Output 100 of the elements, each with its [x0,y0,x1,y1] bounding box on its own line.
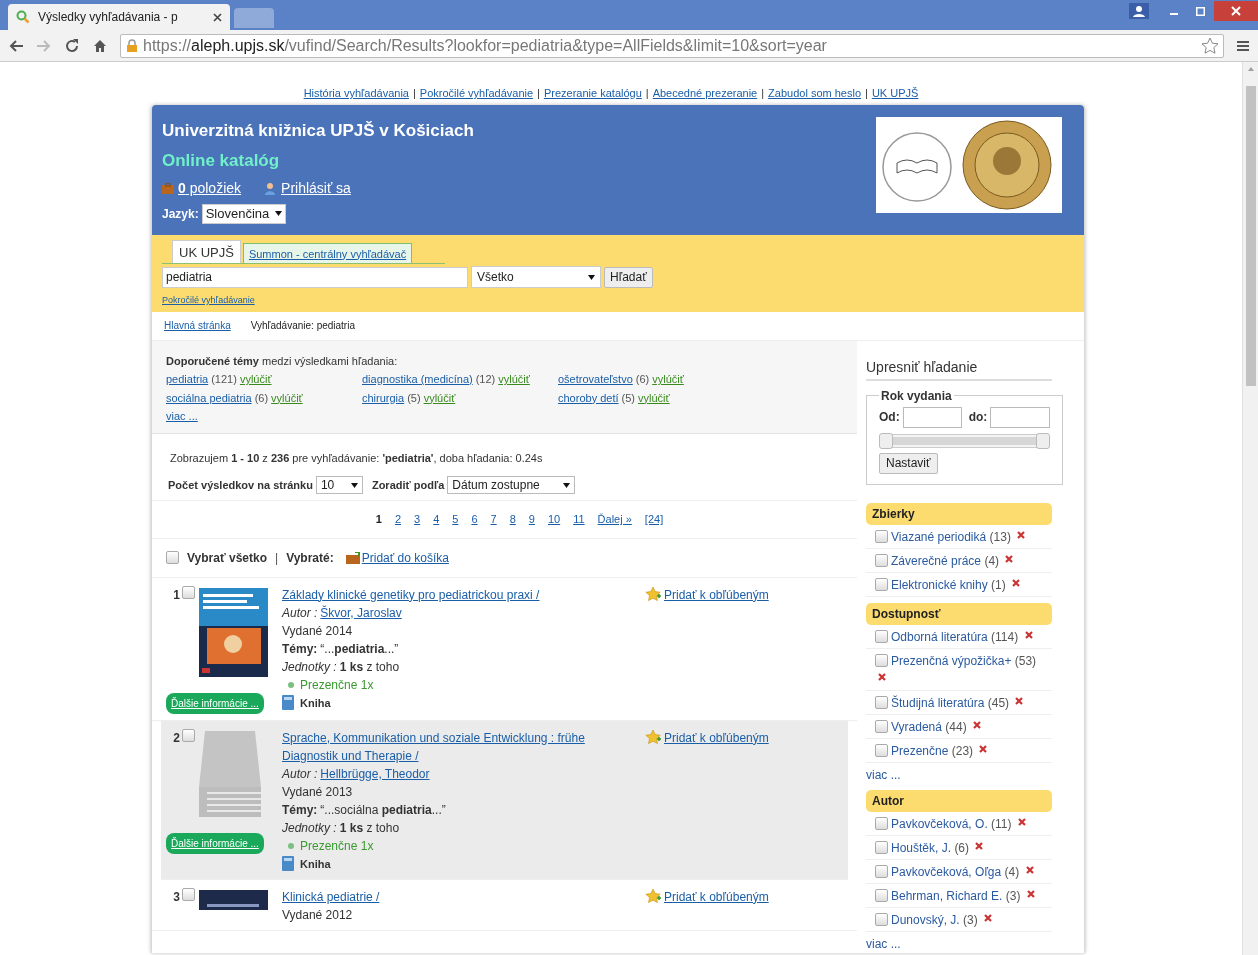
select-all-label: Vybrať všetko [187,549,267,567]
scrollbar-thumb[interactable] [1245,86,1256,386]
add-to-favorites-link[interactable]: Pridať k obľúbeným [664,585,769,604]
page-link[interactable]: 11 [573,511,585,528]
topic-link[interactable]: sociálna pediatria [166,389,252,406]
page-link[interactable]: 2 [394,511,402,528]
author-link[interactable]: Hellbrügge, Theodor [320,764,430,783]
result-number: 3 [172,888,180,906]
top-link[interactable]: Pokročilé vyhľadávanie [419,85,534,102]
browser-tab[interactable]: Výsledky vyhľadávania - p [8,4,230,30]
exclude-link[interactable]: vylúčiť [638,389,670,406]
per-page-select[interactable]: 10 [315,476,363,494]
result-checkbox[interactable] [182,728,195,742]
slider-handle[interactable] [879,432,893,449]
page-link[interactable]: 3 [414,511,421,528]
select-all-checkbox[interactable] [166,551,179,564]
facet-checkbox[interactable] [875,816,888,830]
facet-checkbox[interactable] [875,529,888,543]
facet-checkbox[interactable] [875,577,888,591]
page-link[interactable]: 4 [433,511,440,528]
facet-count: (11) [991,816,1012,831]
facet-checkbox[interactable] [875,888,888,902]
topic-link[interactable]: ošetrovateľstvo [558,371,633,388]
advanced-search-link[interactable]: Pokročilé vyhľadávanie [162,294,255,308]
page-link[interactable]: 6 [471,511,478,528]
facet-link[interactable]: Pavkovčeková, O. [891,816,988,831]
facet-checkbox[interactable] [875,695,888,709]
facet-link[interactable]: Elektronické knihy [891,577,988,592]
page-link[interactable]: 9 [528,511,535,528]
facet-link[interactable]: Odborná literatúra [891,629,988,644]
set-year-button[interactable]: Nastaviť [879,452,938,474]
top-link[interactable]: Abecedné prezeranie [652,85,758,102]
slider-handle[interactable] [1036,432,1051,449]
search-field[interactable]: pediatria [162,266,468,288]
sort-select[interactable]: Dátum zostupne [447,476,576,494]
login-link[interactable]: Prihlásiť sa [281,177,351,199]
facet-link[interactable]: Viazané periodiká [891,529,987,544]
facet-checkbox[interactable] [875,743,888,757]
language-select[interactable]: Slovenčina [201,203,287,224]
to-year-field[interactable] [990,406,1051,428]
breadcrumb-link[interactable]: Hlavná stránka [164,318,231,333]
result-title-link[interactable]: Základy klinické genetiky pro pediatrickou praxi / [282,585,612,604]
facet-checkbox[interactable] [875,912,888,926]
top-link[interactable]: Prezeranie katalógu [543,85,642,102]
exclude-link[interactable]: vylúčiť [271,389,303,406]
scrollbar[interactable] [1242,62,1258,955]
top-link[interactable]: Zabudol som heslo [768,85,862,102]
exclude-link[interactable]: vylúčiť [239,371,272,388]
result-title-link[interactable]: Sprache, Kommunikation und soziale Entwicklung : frühe Diagnostik und Therapie / [282,728,612,765]
from-year-field[interactable] [902,406,962,428]
facet-checkbox[interactable] [875,629,888,643]
result-checkbox[interactable] [182,585,195,599]
address-bar[interactable]: https://aleph.upjs.sk/vufind/Search/Results?lookfor=pediatria&type=AllFields&limit=10&sort=year [120,33,1224,58]
more-link[interactable]: viac ... [866,931,901,953]
top-link[interactable]: História vyhľadávania [303,85,409,102]
language-label: Jazyk: [162,205,199,223]
page-link[interactable]: 7 [490,511,497,528]
add-to-cart-link[interactable]: Pridať do košíka [361,548,449,567]
author-link[interactable]: Škvor, Jaroslav [320,603,402,622]
more-link[interactable]: viac ... [166,408,198,425]
topics-label: Témy: [282,801,318,819]
search-tab[interactable]: Summon - centrálny vyhľadávač [242,242,413,263]
facet-link[interactable]: Záverečné práce [891,553,982,568]
facet-checkbox[interactable] [875,553,888,567]
facet-checkbox[interactable] [875,719,888,733]
facet-link[interactable]: Študijná literatúra [891,695,985,710]
exclude-link[interactable]: vylúčiť [652,371,684,388]
facet-link[interactable]: Pavkovčeková, Oľga [891,864,1002,879]
facet-checkbox[interactable] [875,864,888,878]
add-to-favorites-link[interactable]: Pridať k obľúbeným [664,887,769,906]
facet-link[interactable]: Vyradená [891,719,942,734]
page-link[interactable]: 8 [509,511,516,528]
facet-link[interactable]: Prezenčná výpožička+ [891,653,1012,668]
topic-link[interactable]: chirurgia [362,389,405,406]
facet-link[interactable]: Houštěk, J. [891,840,952,855]
topic-link[interactable]: choroby detí [558,389,619,406]
cart-link[interactable]: 0 položiek [178,177,242,199]
result-title-link[interactable]: Klinická pediatrie / [282,887,612,906]
result-checkbox[interactable] [182,887,195,901]
exclude-link[interactable]: vylúčiť [498,371,530,388]
exclude-link[interactable]: vylúčiť [423,389,456,406]
more-link[interactable]: viac ... [866,762,901,784]
units-label: Jednotky : [282,658,337,676]
search-tab[interactable]: UK UPJŠ [172,239,241,263]
page-link[interactable]: Ďalej » [597,511,632,528]
facet-link[interactable]: Behrman, Richard E. [891,888,1003,903]
page-link[interactable]: 1 [375,511,382,528]
facet-link[interactable]: Prezenčne [891,743,949,758]
page-link[interactable]: 5 [452,511,459,528]
search-button[interactable]: Hľadať [604,266,653,288]
facet-link[interactable]: Dunovský, J. [891,912,960,927]
facet-checkbox[interactable] [875,840,888,854]
page-link[interactable]: [24] [644,511,664,528]
search-type-select[interactable]: Všetko [471,266,601,288]
top-link[interactable]: UK UPJŠ [871,85,919,102]
topic-link[interactable]: pediatria [166,371,209,388]
add-to-favorites-link[interactable]: Pridať k obľúbeným [664,728,769,747]
page-link[interactable]: 10 [547,511,561,528]
topic-link[interactable]: diagnostika (medicína) [362,371,473,388]
facet-checkbox[interactable] [875,653,888,667]
